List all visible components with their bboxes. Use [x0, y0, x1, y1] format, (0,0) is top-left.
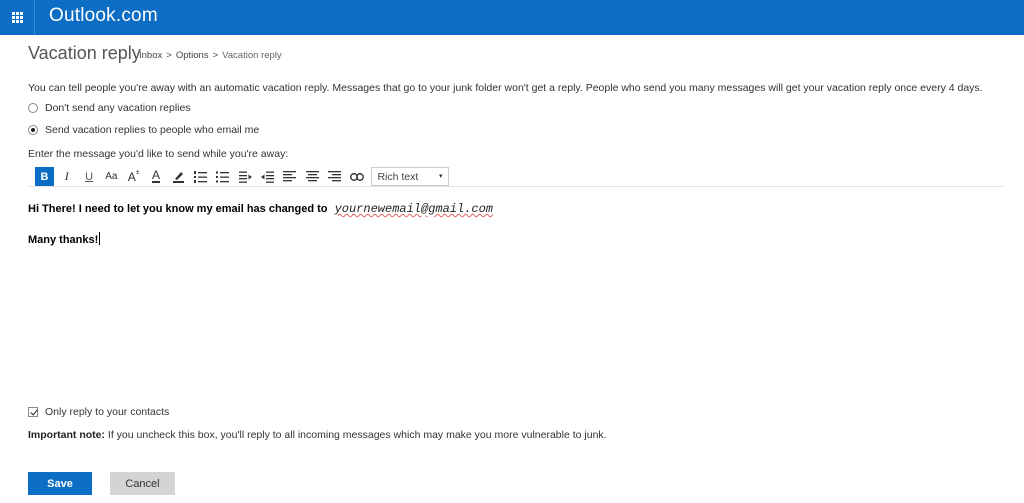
align-right-button[interactable] — [325, 167, 344, 187]
underline-button[interactable]: U — [80, 167, 99, 187]
align-center-button[interactable] — [303, 167, 322, 187]
grow-font-icon: A — [127, 169, 136, 184]
breadcrumb-current: Vacation reply — [222, 50, 282, 61]
contacts-only-label: Only reply to your contacts — [45, 406, 170, 418]
increase-indent-button[interactable] — [258, 167, 277, 187]
format-select[interactable]: Rich text ▾ — [371, 167, 450, 186]
italic-icon: I — [64, 169, 69, 183]
intro-text: You can tell people you're away with an … — [28, 82, 983, 94]
note-heading: Important note: — [28, 429, 105, 441]
bulleted-list-icon — [216, 171, 230, 182]
bulleted-list-button[interactable] — [213, 167, 232, 187]
decrease-indent-button[interactable] — [236, 167, 255, 187]
radio-button-checked[interactable] — [28, 125, 38, 135]
toolbar-divider — [28, 186, 1004, 187]
link-icon — [349, 172, 364, 181]
radio-label: Don't send any vacation replies — [45, 102, 191, 114]
message-email: yournewemail@gmail.com — [334, 202, 494, 216]
radio-no-replies[interactable]: Don't send any vacation replies — [28, 102, 191, 114]
message-prompt: Enter the message you'd like to send whi… — [28, 148, 289, 160]
important-note: Important note: If you uncheck this box,… — [28, 429, 607, 441]
top-bar: Outlook.com — [0, 0, 1024, 35]
decrease-indent-icon — [238, 171, 252, 183]
insert-link-button[interactable] — [347, 167, 366, 187]
increase-indent-icon — [260, 171, 274, 183]
save-button[interactable]: Save — [28, 472, 92, 495]
message-line-2: Many thanks! — [28, 232, 101, 246]
message-signoff: Many thanks! — [28, 234, 99, 246]
underline-icon: U — [85, 170, 94, 183]
align-right-icon — [327, 171, 341, 182]
text-caret — [99, 232, 101, 245]
breadcrumb: Inbox > Options > Vacation reply — [139, 50, 282, 61]
grow-font-button[interactable]: A ± — [124, 167, 143, 187]
bold-button[interactable]: B — [35, 166, 54, 187]
italic-button[interactable]: I — [57, 167, 76, 187]
note-text: If you uncheck this box, you'll reply to… — [105, 429, 607, 441]
radio-send-replies[interactable]: Send vacation replies to people who emai… — [28, 124, 259, 136]
chevron-down-icon: ▾ — [438, 173, 443, 180]
breadcrumb-separator: > — [212, 50, 219, 61]
radio-label: Send vacation replies to people who emai… — [45, 124, 260, 136]
numbered-list-icon — [194, 170, 208, 183]
formatting-toolbar: B I U Aa A ± A Rich text ▾ — [35, 166, 450, 187]
message-text: Hi There! I need to let you know my emai… — [28, 203, 328, 215]
font-color-button[interactable]: A — [146, 167, 165, 187]
bold-icon: B — [40, 170, 49, 183]
message-line-1: Hi There! I need to let you know my emai… — [28, 202, 493, 216]
contacts-only-checkbox[interactable] — [28, 407, 38, 417]
font-size-button[interactable]: Aa — [102, 167, 121, 187]
cancel-button[interactable]: Cancel — [110, 472, 175, 495]
app-title[interactable]: Outlook.com — [49, 5, 158, 27]
highlight-icon — [172, 172, 184, 183]
waffle-grid-icon — [11, 12, 23, 23]
radio-button-unchecked[interactable] — [28, 103, 38, 113]
page-title: Vacation reply — [28, 43, 141, 63]
message-editor[interactable]: Hi There! I need to let you know my emai… — [28, 196, 1004, 396]
app-launcher-button[interactable] — [0, 0, 35, 35]
breadcrumb-inbox[interactable]: Inbox — [139, 50, 162, 61]
contacts-only-option[interactable]: Only reply to your contacts — [28, 406, 169, 418]
breadcrumb-options[interactable]: Options — [176, 50, 209, 61]
format-select-value: Rich text — [377, 170, 419, 183]
font-size-icon: Aa — [105, 171, 118, 182]
align-center-icon — [305, 171, 319, 182]
numbered-list-button[interactable] — [191, 167, 210, 187]
grow-arrows-glyph: ± — [135, 169, 140, 176]
font-color-icon: A — [151, 168, 160, 183]
breadcrumb-separator: > — [166, 50, 172, 61]
align-left-button[interactable] — [280, 167, 299, 187]
highlight-button[interactable] — [169, 167, 188, 187]
align-left-icon — [283, 171, 297, 182]
